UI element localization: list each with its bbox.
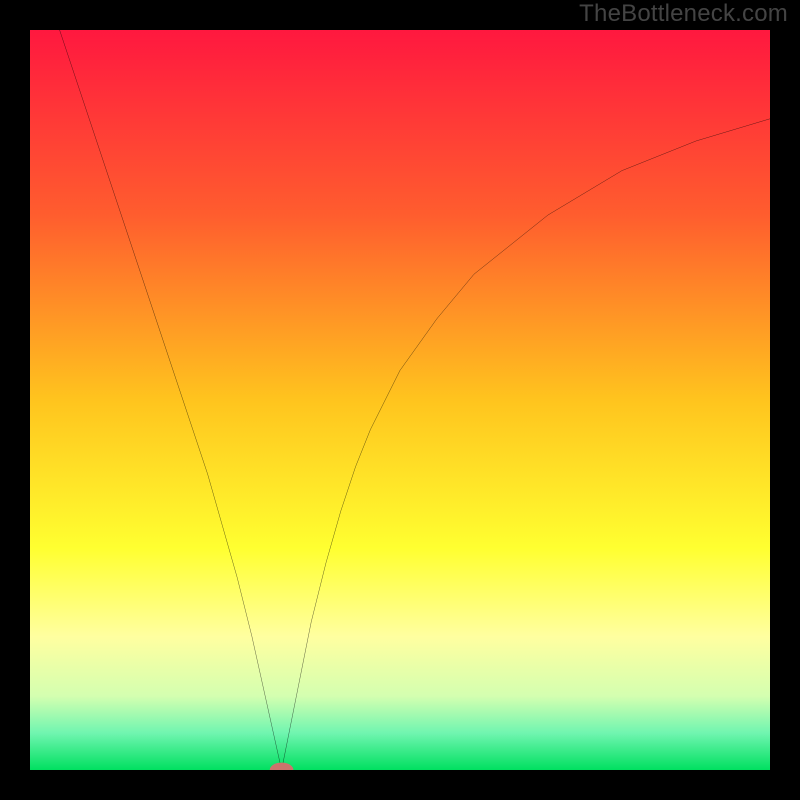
plot-background — [30, 30, 770, 770]
bottleneck-plot — [30, 30, 770, 770]
chart-frame: TheBottleneck.com — [0, 0, 800, 800]
watermark-text: TheBottleneck.com — [579, 0, 788, 28]
